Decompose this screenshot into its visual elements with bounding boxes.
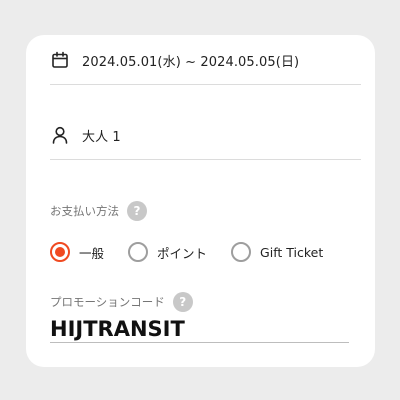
calendar-icon — [50, 50, 70, 70]
payment-option-general[interactable]: 一般 — [50, 242, 104, 262]
radio-unselected-icon — [128, 242, 149, 262]
person-icon — [50, 125, 70, 145]
guest-count-row[interactable]: 大人 1 — [50, 123, 361, 147]
promo-code-input[interactable] — [50, 317, 349, 343]
payment-help-icon[interactable]: ? — [127, 201, 147, 221]
divider — [50, 159, 361, 160]
promo-help-icon[interactable]: ? — [172, 292, 193, 312]
guest-count-text: 大人 1 — [82, 129, 121, 145]
date-range-row[interactable]: 2024.05.01(水) ~ 2024.05.05(日) — [50, 49, 361, 71]
payment-option-points[interactable]: ポイント — [128, 242, 207, 262]
payment-option-gift-ticket[interactable]: Gift Ticket — [231, 242, 323, 262]
payment-option-label: 一般 — [79, 245, 105, 261]
payment-method-label: お支払い方法 ? — [50, 201, 147, 221]
payment-option-label: Gift Ticket — [260, 244, 324, 260]
payment-option-label: ポイント — [157, 245, 208, 261]
date-range-text: 2024.05.01(水) ~ 2024.05.05(日) — [82, 54, 300, 70]
radio-selected-icon — [50, 242, 70, 262]
promo-code-title: プロモーションコード — [50, 295, 165, 309]
divider — [50, 84, 361, 85]
radio-unselected-icon — [231, 242, 252, 262]
payment-method-title: お支払い方法 — [50, 204, 119, 218]
promo-code-label: プロモーションコード ? — [50, 292, 193, 312]
booking-card: 2024.05.01(水) ~ 2024.05.05(日) 大人 1 お支払い方… — [26, 35, 375, 367]
payment-method-options: 一般 ポイント Gift Ticket — [50, 242, 347, 262]
